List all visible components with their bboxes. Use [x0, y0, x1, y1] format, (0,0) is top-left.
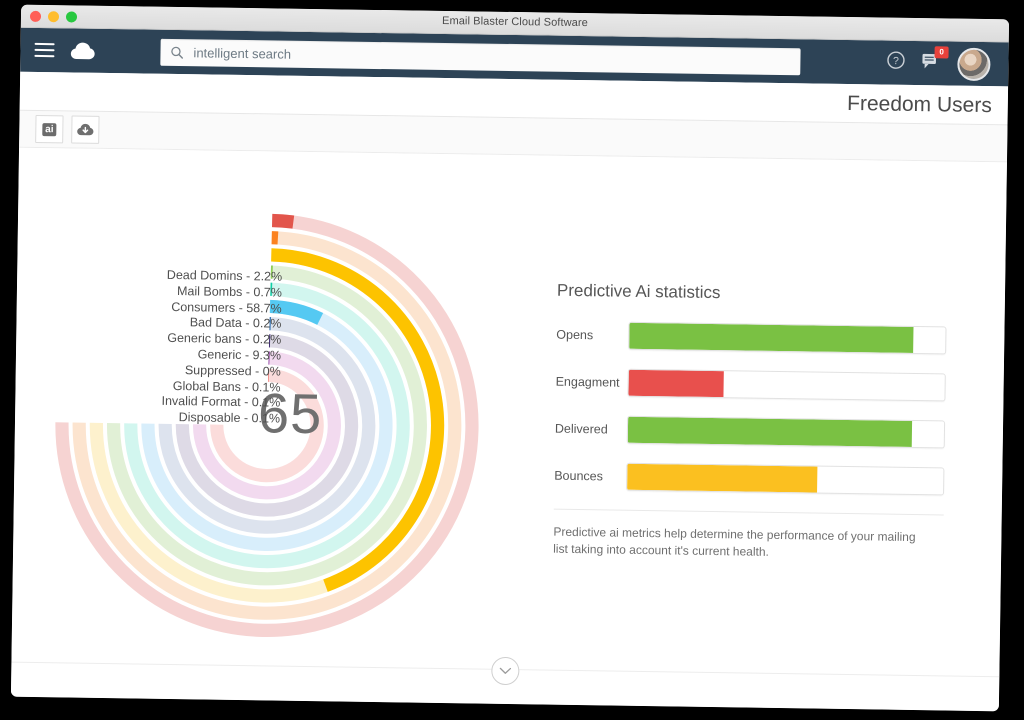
stat-track	[628, 321, 947, 355]
list-item: Disposable - 0.1%	[178, 410, 281, 426]
stat-row-delivered: Delivered	[554, 415, 946, 449]
stat-row-bounces: Bounces	[554, 462, 945, 496]
stat-track	[626, 415, 946, 449]
cloud-logo-icon[interactable]	[68, 40, 96, 60]
hamburger-icon[interactable]	[34, 42, 55, 58]
stat-fill-opens	[629, 322, 914, 353]
ai-chip-icon: ai	[42, 122, 57, 136]
stats-title: Predictive Ai statistics	[556, 280, 721, 303]
stat-track	[627, 368, 946, 402]
stat-row-engagment: Engagment	[555, 368, 946, 402]
stat-label: Engagment	[555, 374, 620, 390]
radial-chart-legend: Dead Domins - 2.2% Mail Bombs - 0.7% Con…	[90, 267, 282, 428]
page-title: Freedom Users	[846, 91, 992, 118]
application-window: Email Blaster Cloud Software intelligent…	[10, 4, 1010, 712]
search-input[interactable]	[191, 43, 791, 70]
stat-fill-bounces	[627, 463, 818, 493]
search-box[interactable]	[160, 38, 801, 75]
stat-fill-engagment	[628, 369, 724, 398]
search-icon	[171, 46, 184, 59]
stat-label: Bounces	[554, 468, 604, 484]
chevron-down-icon[interactable]	[491, 656, 520, 686]
window-tilt-wrapper: Email Blaster Cloud Software intelligent…	[10, 4, 1010, 712]
stat-label: Delivered	[554, 421, 608, 437]
svg-text:?: ?	[893, 56, 899, 67]
help-icon[interactable]: ?	[886, 51, 905, 75]
cloud-download-button[interactable]	[71, 115, 100, 144]
stat-fill-delivered	[627, 416, 913, 447]
stats-description: Predictive ai metrics help determine the…	[553, 524, 916, 559]
messages-icon[interactable]: 0	[921, 45, 949, 75]
stat-track	[626, 462, 945, 496]
divider	[553, 508, 944, 516]
stat-row-opens: Opens	[556, 321, 947, 355]
screenshot-stage: Email Blaster Cloud Software intelligent…	[0, 0, 1024, 720]
topnav-right-actions: ? 0	[886, 45, 994, 81]
cloud-download-icon	[77, 123, 94, 135]
stat-label: Opens	[556, 327, 594, 343]
main-content: 65 Dead Domins - 2.2% Mail Bombs - 0.7% …	[11, 147, 1007, 677]
ai-button[interactable]: ai	[35, 114, 64, 144]
messages-badge: 0	[934, 45, 949, 58]
predictive-ai-statistics-panel: Predictive Ai statistics Opens Engagment	[553, 281, 947, 564]
avatar[interactable]	[957, 47, 991, 81]
